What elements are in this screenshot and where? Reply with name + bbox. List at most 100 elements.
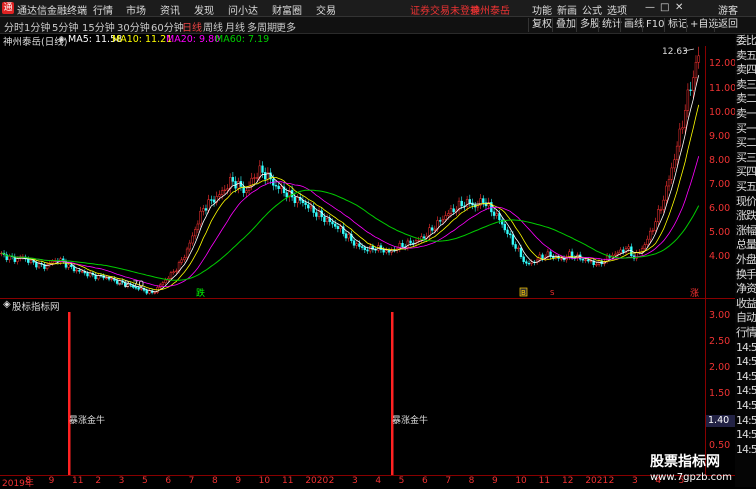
b-marker: B [521,289,526,297]
tab-15min[interactable]: 15分钟 [82,19,115,34]
tab-multi-period[interactable]: 多周期 [247,19,277,34]
candle-body [309,206,313,209]
menu-hangqing[interactable]: 行情 [93,2,113,17]
user-label[interactable]: 游客 [718,2,738,17]
side-panel-item[interactable]: 买五 [736,180,756,195]
candle-body [277,185,280,189]
chart-settings-icon[interactable]: ◈ [58,34,65,45]
candle-body [449,208,453,214]
candle-body [180,259,183,263]
side-panel-item[interactable]: 净资 [736,282,756,297]
candle-body [258,165,262,178]
candle-body [231,177,235,182]
side-panel-item[interactable]: 14:50 [736,384,756,399]
price-tick: 4.00 [709,251,731,262]
tab-1min[interactable]: 1分钟 [24,19,50,34]
tab-more[interactable]: 更多 [276,19,296,34]
candle-body [506,229,509,235]
candle-body [115,280,119,284]
side-panel-item[interactable]: 14:50 [736,355,756,370]
candle-body [331,221,334,225]
candle-body [107,277,111,280]
btn-diejia[interactable]: 叠加 [552,18,579,32]
candle-body [347,234,350,239]
side-panel-item[interactable]: 换手 [736,268,756,283]
candle-body [530,261,533,264]
menu-xinhua[interactable]: 新画 [557,2,577,17]
menu-zixun[interactable]: 资讯 [160,2,180,17]
side-panel-item[interactable]: 涨跌 [736,209,756,224]
tab-weekly[interactable]: 周线 [203,19,223,34]
side-panel-item[interactable]: 买四 [736,165,756,180]
tab-30min[interactable]: 30分钟 [117,19,150,34]
candle-body [352,240,356,246]
candle-body [439,220,442,222]
side-panel-item[interactable]: 卖二 [736,92,756,107]
signal-bar [68,312,71,475]
candle-body [35,261,38,268]
side-panel-item[interactable]: 卖四 [736,63,756,78]
side-panel-item[interactable]: 自动 [736,311,756,326]
ma60-value: MA60: 7.19 [215,34,270,45]
menu-faxian[interactable]: 发现 [194,2,214,17]
menu-shichang[interactable]: 市场 [126,2,146,17]
btn-back[interactable]: 返回 [714,18,741,32]
menu-caifuquan[interactable]: 财富圈 [272,2,302,17]
side-panel-item[interactable]: 现价 [736,195,756,210]
candle-body [229,177,232,189]
minimize-icon[interactable]: — [645,2,655,13]
side-panel-item[interactable]: 卖五 [736,49,756,64]
btn-fuquan[interactable]: 复权 [528,18,555,32]
side-panel-item[interactable]: 委比 [736,34,756,49]
side-panel-item[interactable]: 14:50 [736,428,756,443]
close-icon[interactable]: ✕ [675,2,683,13]
candle-body [105,277,108,279]
side-panel-item[interactable]: 总量 [736,238,756,253]
side-panel-item[interactable]: 买一 [736,122,756,137]
side-panel-item[interactable]: 14:50 [736,341,756,356]
candle-body [37,263,41,268]
side-panel-item[interactable]: 买三 [736,151,756,166]
side-panel-item[interactable]: 14:50 [736,414,756,429]
maximize-icon[interactable]: □ [660,2,669,13]
quote-side-panel[interactable]: 委比 卖五 卖四 卖三 卖二 卖一 买一 买二 买三 买四 买五 现价 涨跌 涨幅 总量 外盘 换手 净资 收益 自动… [735,34,756,487]
candle-body [398,243,402,250]
tab-5min[interactable]: 5分钟 [52,19,78,34]
menu-wenxiaoda[interactable]: 问小达 [228,2,258,17]
side-panel-item[interactable]: 买二 [736,136,756,151]
side-panel-item[interactable]: 14:50 [736,370,756,385]
candle-body [651,230,655,232]
tab-monthly[interactable]: 月线 [225,19,245,34]
tab-fenshi[interactable]: 分时 [4,19,24,34]
side-panel-item[interactable]: 收益 [736,297,756,312]
candle-body [417,240,420,242]
date-tick: 2 [608,476,615,486]
indicator-title: 股标指标网 [12,302,60,313]
tab-daily[interactable]: 日线 [182,19,202,34]
candle-body [552,256,555,259]
menu-jiaoyi[interactable]: 交易 [316,2,336,17]
candle-body [210,199,213,201]
menu-xuanxiang[interactable]: 选项 [607,2,627,17]
candlestick-chart[interactable]: 2.70 12.63 跌 B S 涨 [0,46,705,298]
side-panel-item[interactable]: 14:50 [736,443,756,458]
side-panel-item[interactable]: 行情 [736,326,756,341]
candle-body [207,199,210,211]
candle-body [538,254,541,261]
candle-body [694,61,698,78]
menu-gongneng[interactable]: 功能 [532,2,552,17]
indicator-chart[interactable]: 暴涨金牛 暴涨金牛 [0,312,705,475]
side-panel-item[interactable]: 涨幅 [736,224,756,239]
candle-body [657,209,660,222]
menu-gongshi[interactable]: 公式 [582,2,602,17]
stock-name-link[interactable]: 神州泰岳 [470,2,510,17]
date-tick: 8 [25,476,32,486]
candle-body [339,226,342,229]
side-panel-item[interactable]: 14:50 [736,399,756,414]
side-panel-item[interactable]: 外盘 [736,253,756,268]
side-panel-item[interactable]: 卖三 [736,78,756,93]
indicator-settings-icon[interactable]: ◈ [3,299,11,310]
side-panel-item[interactable]: 卖一 [736,107,756,122]
tab-60min[interactable]: 60分钟 [151,19,184,34]
candle-body [646,238,649,245]
